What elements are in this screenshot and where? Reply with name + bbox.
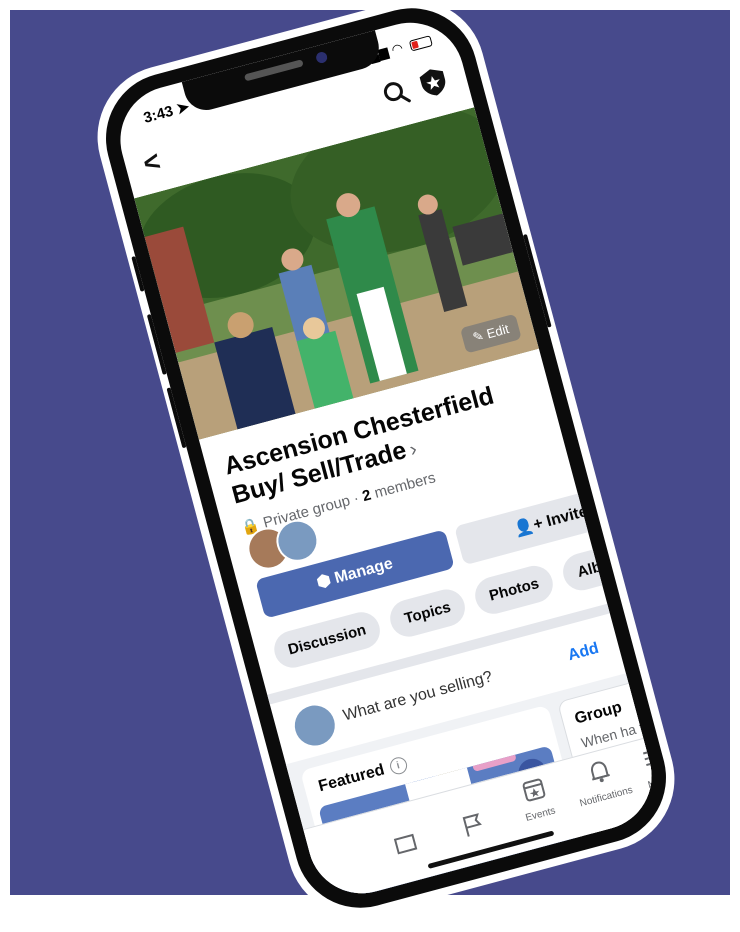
tab-photos[interactable]: Photos [471,561,557,618]
admin-shield-icon[interactable] [415,64,452,101]
speaker [243,59,304,82]
tab-discussion[interactable]: Discussion [270,608,385,672]
avatar [290,701,340,751]
chevron-right-icon: › [407,438,420,462]
flag-icon [462,813,482,837]
battery-icon [408,35,433,52]
shield-icon: ⬢ [314,571,333,592]
featured-title-text: Featured [316,761,387,796]
add-button[interactable]: Add [566,640,601,665]
shop-icon [393,833,418,855]
nav-label-events: Events [524,805,557,824]
tab-topics[interactable]: Topics [386,585,469,641]
info-icon[interactable]: i [387,755,409,777]
calendar-star-icon [522,778,546,802]
manage-label: Manage [332,555,395,588]
status-time: 3:43 ➤ [141,97,192,127]
members-label[interactable]: members [373,469,438,502]
member-count: 2 [360,486,373,506]
front-camera [314,50,329,65]
edit-label: Edit [485,321,511,342]
bell-icon [591,761,610,783]
search-icon[interactable] [379,76,413,110]
nav-item-flag[interactable] [436,802,511,848]
nav-item-shop[interactable] [368,821,443,867]
back-button[interactable]: < [140,145,164,180]
time-text: 3:43 [141,102,176,127]
member-avatars[interactable] [242,515,324,575]
add-person-icon: 👤+ [512,514,545,539]
wifi-icon: ◠ [389,39,405,58]
